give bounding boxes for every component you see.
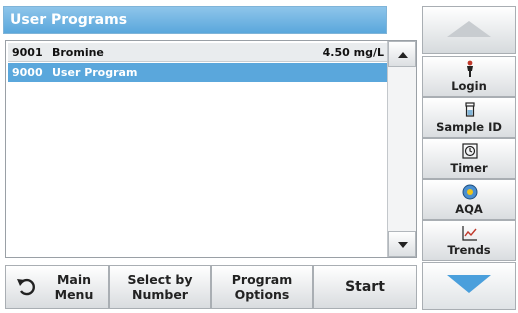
start-button[interactable]: Start	[313, 265, 417, 309]
timer-icon	[462, 143, 478, 159]
trends-button[interactable]: Trends	[422, 220, 516, 261]
page-title: User Programs	[3, 6, 387, 34]
program-options-button[interactable]: Program Options	[211, 265, 313, 309]
trends-label: Trends	[447, 243, 491, 257]
sample-vial-icon	[465, 102, 475, 117]
program-concentration: 4.50 mg/L	[322, 46, 384, 59]
sample-id-label: Sample ID	[436, 120, 502, 134]
program-options-label-line1: Program	[231, 272, 293, 287]
aqa-globe-icon	[462, 184, 478, 200]
select-by-number-button[interactable]: Select by Number	[109, 265, 211, 309]
side-toolbar: Login Sample ID Timer AQA Trends	[422, 6, 516, 310]
screen: User Programs 9001 Bromine 4.50 mg/L 900…	[0, 0, 518, 313]
program-name: Bromine	[52, 46, 104, 59]
sample-id-button[interactable]: Sample ID	[422, 97, 516, 138]
arrow-down-icon	[398, 242, 408, 248]
page-down-button[interactable]	[422, 262, 516, 310]
arrow-up-icon	[447, 21, 491, 37]
arrow-down-icon	[447, 275, 491, 293]
main-menu-label-line2: Menu	[54, 287, 94, 302]
start-label: Start	[345, 279, 385, 295]
trend-chart-icon	[462, 226, 477, 241]
program-row-9000-selected[interactable]: 9000 User Program	[8, 63, 388, 82]
program-list: 9001 Bromine 4.50 mg/L 9000 User Program	[6, 41, 388, 257]
back-arrow-icon	[17, 278, 35, 296]
program-options-label-line2: Options	[234, 287, 290, 302]
person-icon	[467, 60, 473, 77]
program-code: 9001	[12, 46, 43, 59]
scroll-up-button[interactable]	[388, 41, 416, 67]
program-row-9001[interactable]: 9001 Bromine 4.50 mg/L	[8, 43, 388, 62]
bottom-toolbar: Main Menu Select by Number Program Optio…	[5, 265, 417, 309]
program-code: 9000	[12, 66, 43, 79]
aqa-button[interactable]: AQA	[422, 179, 516, 220]
login-button[interactable]: Login	[422, 56, 516, 97]
timer-label: Timer	[450, 161, 488, 175]
login-label: Login	[451, 79, 487, 93]
timer-button[interactable]: Timer	[422, 138, 516, 179]
main-menu-button[interactable]: Main Menu	[5, 265, 109, 309]
page-up-button[interactable]	[422, 6, 516, 54]
select-by-number-label-line2: Number	[132, 287, 188, 302]
scroll-down-button[interactable]	[388, 231, 416, 257]
main-menu-label-line1: Main	[56, 272, 92, 287]
list-scrollbar[interactable]	[387, 41, 416, 257]
select-by-number-label-line1: Select by	[127, 272, 193, 287]
aqa-label: AQA	[455, 202, 483, 216]
program-list-panel: 9001 Bromine 4.50 mg/L 9000 User Program	[5, 40, 417, 258]
arrow-up-icon	[398, 52, 408, 58]
program-name: User Program	[52, 66, 138, 79]
